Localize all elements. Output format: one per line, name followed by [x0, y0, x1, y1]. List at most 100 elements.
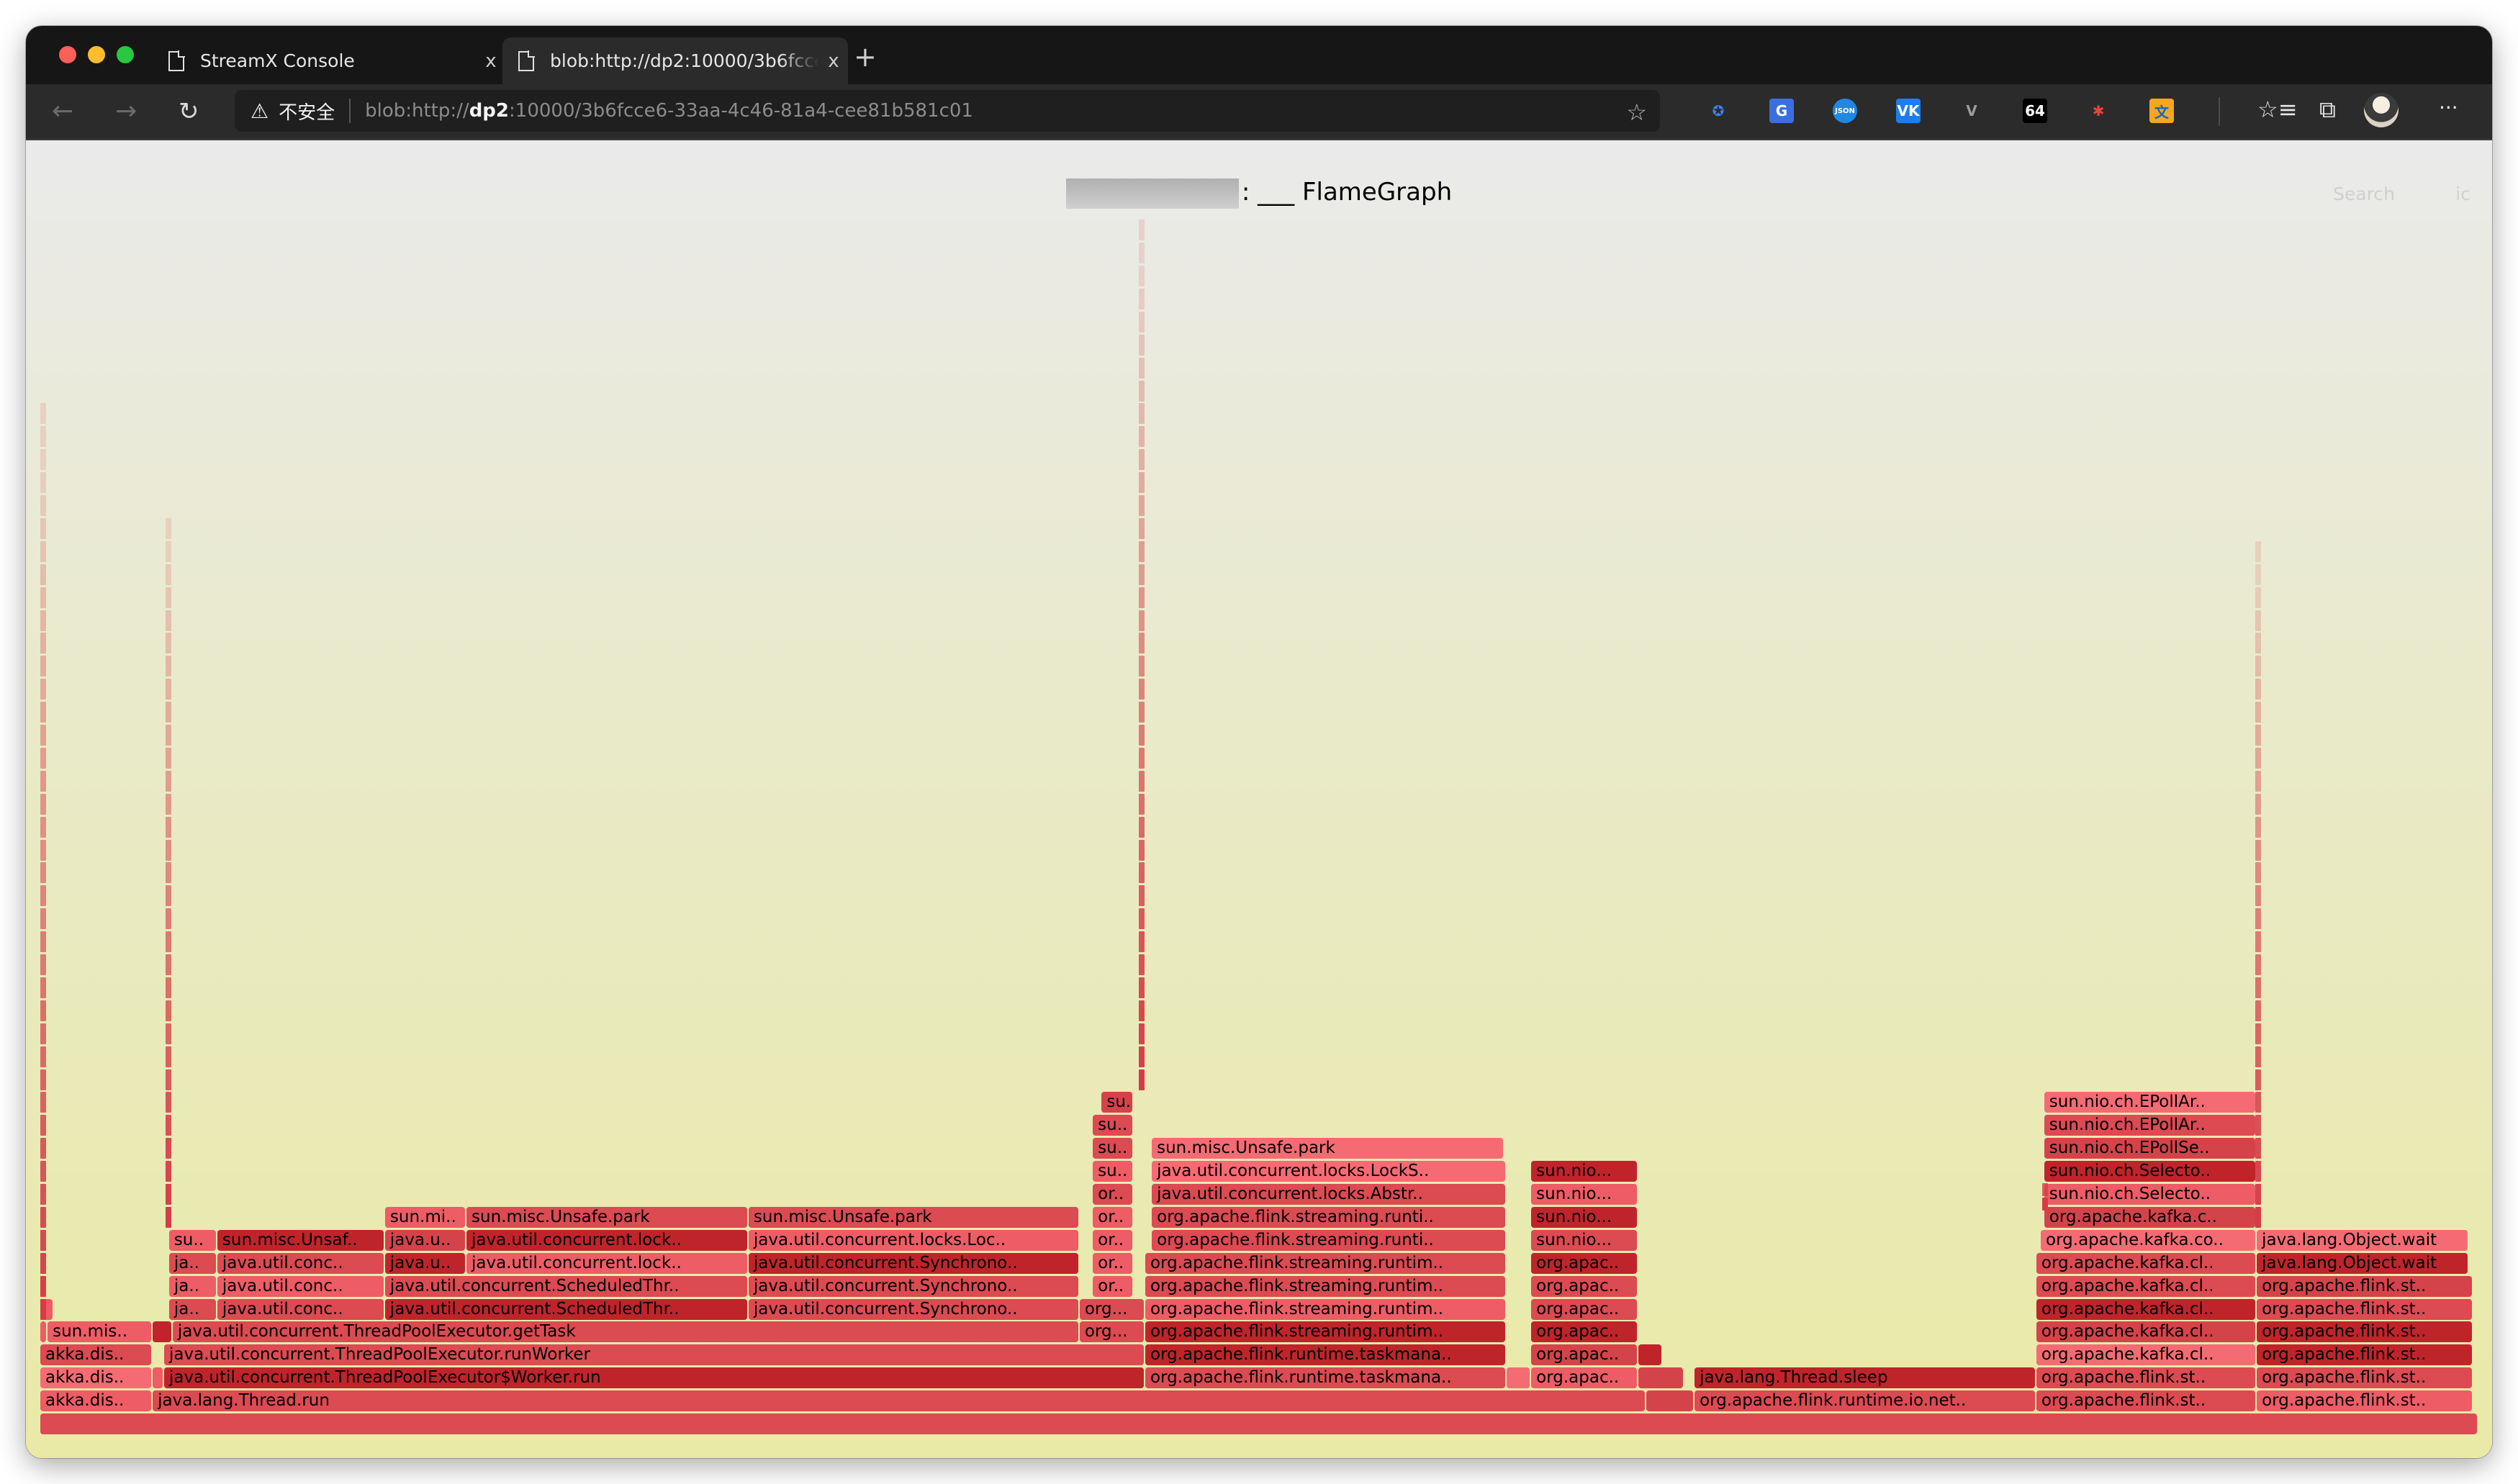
- flame-frame-narrow[interactable]: [165, 1092, 171, 1113]
- flame-frame-narrow[interactable]: [1138, 839, 1145, 861]
- flame-frame[interactable]: java.util.concurrent.locks.Abstr..: [1152, 1184, 1505, 1205]
- flame-frame[interactable]: or..: [1093, 1206, 1133, 1228]
- flame-frame-narrow[interactable]: [40, 1275, 46, 1297]
- flame-frame-narrow[interactable]: [165, 1138, 171, 1159]
- flame-frame-narrow[interactable]: [1138, 266, 1145, 286]
- flame-frame-narrow[interactable]: [165, 908, 171, 930]
- flame-frame-narrow[interactable]: [40, 495, 46, 516]
- flame-frame-narrow[interactable]: [165, 1206, 171, 1228]
- flame-frame-narrow[interactable]: [40, 1184, 46, 1205]
- flame-frame[interactable]: org.apac..: [1531, 1252, 1637, 1274]
- flame-frame[interactable]: su..: [1093, 1161, 1133, 1182]
- tab-blob[interactable]: blob:http://dp2:10000/3b6fcce6 x: [502, 37, 848, 84]
- flame-frame-narrow[interactable]: [1138, 449, 1145, 471]
- flame-frame[interactable]: org...: [1079, 1321, 1144, 1343]
- flame-frame-narrow[interactable]: [2255, 656, 2262, 677]
- flame-frame[interactable]: org.apache.kafka.cl..: [2036, 1321, 2256, 1343]
- flame-frame-narrow[interactable]: [2255, 1069, 2262, 1090]
- flame-frame[interactable]: java.util.concurrent.ScheduledThr..: [384, 1275, 747, 1297]
- flame-frame[interactable]: org.apache.flink.runtime.taskmana..: [1145, 1367, 1505, 1389]
- flame-frame[interactable]: org.apache.flink.streaming.runti..: [1152, 1229, 1505, 1251]
- flame-frame[interactable]: ja..: [168, 1275, 216, 1297]
- flame-frame-narrow[interactable]: [2255, 770, 2262, 792]
- flame-frame[interactable]: java.util.concurrent.lock..: [466, 1252, 747, 1274]
- flame-frame-narrow[interactable]: [40, 1298, 46, 1320]
- flame-frame-narrow[interactable]: [1138, 1046, 1145, 1067]
- flame-frame-narrow[interactable]: [2255, 816, 2262, 838]
- flame-frame[interactable]: sun.mi..: [384, 1206, 466, 1228]
- flame-frame[interactable]: org.apache.flink.st..: [2036, 1367, 2256, 1389]
- warning-icon[interactable]: ⚠: [251, 99, 269, 123]
- flame-frame[interactable]: sun.nio...: [1531, 1184, 1637, 1205]
- flame-frame-narrow[interactable]: [1138, 220, 1145, 241]
- flame-frame-narrow[interactable]: [1138, 1023, 1145, 1044]
- reload-button[interactable]: ↻: [179, 97, 199, 126]
- flame-frame[interactable]: sun.nio...: [1531, 1229, 1637, 1251]
- flame-frame-narrow[interactable]: [2255, 1115, 2262, 1136]
- flame-frame[interactable]: org.apache.flink.streaming.runtim..: [1145, 1275, 1505, 1297]
- flame-frame-narrow[interactable]: [165, 793, 171, 815]
- flame-frame-narrow[interactable]: [40, 839, 46, 861]
- flame-frame-narrow[interactable]: [40, 908, 46, 930]
- v-extension-icon[interactable]: V: [1959, 99, 1984, 123]
- flame-frame-narrow[interactable]: [40, 426, 46, 448]
- new-tab-button[interactable]: +: [854, 43, 877, 71]
- flame-frame-narrow[interactable]: [40, 816, 46, 838]
- flame-frame[interactable]: org.apache.flink.streaming.runtim..: [1145, 1298, 1505, 1320]
- forward-button[interactable]: →: [115, 97, 137, 126]
- flame-frame[interactable]: java.util.conc..: [217, 1298, 384, 1320]
- flame-frame[interactable]: ja..: [168, 1298, 216, 1320]
- flame-frame-narrow[interactable]: [2255, 862, 2262, 884]
- flame-frame-narrow[interactable]: [165, 540, 171, 562]
- flame-frame-narrow[interactable]: [1138, 610, 1145, 631]
- flame-frame-narrow[interactable]: [40, 977, 46, 998]
- flame-frame[interactable]: org.apache.flink.st..: [2036, 1390, 2256, 1412]
- flame-frame[interactable]: [1646, 1390, 1694, 1412]
- tab-streamx-console[interactable]: StreamX Console x: [153, 37, 505, 84]
- flame-frame-narrow[interactable]: [2255, 1161, 2262, 1182]
- flame-frame[interactable]: [153, 1367, 163, 1389]
- flame-frame-narrow[interactable]: [40, 885, 46, 907]
- flame-frame-narrow[interactable]: [1138, 1069, 1145, 1090]
- flame-frame-narrow[interactable]: [2255, 1184, 2262, 1205]
- flame-frame-narrow[interactable]: [40, 540, 46, 562]
- flame-frame-narrow[interactable]: [1138, 747, 1145, 769]
- flame-frame-narrow[interactable]: [1138, 679, 1145, 700]
- flame-frame-narrow[interactable]: [1138, 702, 1145, 723]
- flame-frame-narrow[interactable]: [40, 449, 46, 471]
- flame-frame[interactable]: or..: [1093, 1184, 1133, 1205]
- flame-frame-narrow[interactable]: [2255, 679, 2262, 700]
- flame-frame-narrow[interactable]: [1138, 954, 1145, 975]
- flame-frame-narrow[interactable]: [165, 517, 171, 539]
- flame-frame-narrow[interactable]: [2255, 587, 2262, 608]
- flame-frame-narrow[interactable]: [2255, 1092, 2262, 1113]
- flame-frame-narrow[interactable]: [40, 1000, 46, 1021]
- flame-frame-narrow[interactable]: [40, 1115, 46, 1136]
- flame-frame[interactable]: akka.dis..: [40, 1344, 152, 1366]
- flame-frame[interactable]: org.apac..: [1531, 1344, 1637, 1366]
- flame-frame[interactable]: java.u..: [384, 1252, 466, 1274]
- back-button[interactable]: ←: [52, 97, 73, 126]
- flame-frame-narrow[interactable]: [2255, 1138, 2262, 1159]
- flame-frame-narrow[interactable]: [40, 1252, 46, 1274]
- flame-frame[interactable]: ja..: [168, 1252, 216, 1274]
- flame-frame-narrow[interactable]: [40, 587, 46, 608]
- flame-frame[interactable]: java.util.concurrent.ThreadPoolExecutor$…: [164, 1367, 1144, 1389]
- flame-frame-narrow[interactable]: [165, 839, 171, 861]
- flame-frame[interactable]: org.apache.flink.st..: [2257, 1321, 2472, 1343]
- minimize-window-button[interactable]: [88, 46, 105, 63]
- flame-frame-narrow[interactable]: [40, 1023, 46, 1044]
- flame-frame-narrow[interactable]: [40, 1092, 46, 1113]
- url-text[interactable]: blob:http://dp2:10000/3b6fcce6-33aa-4c46…: [365, 100, 973, 122]
- flame-frame-narrow[interactable]: [165, 633, 171, 654]
- security-label[interactable]: 不安全: [279, 98, 335, 125]
- flame-frame-narrow[interactable]: [40, 1069, 46, 1090]
- badge-extension-icon[interactable]: ✪: [1706, 99, 1730, 123]
- flame-frame[interactable]: org.apache.flink.streaming.runti..: [1152, 1206, 1505, 1228]
- flame-frame-narrow[interactable]: [1138, 517, 1145, 539]
- flame-frame[interactable]: java.util.concurrent.Synchrono..: [748, 1298, 1078, 1320]
- flame-frame-narrow[interactable]: [40, 564, 46, 585]
- flame-frame-narrow[interactable]: [1138, 380, 1145, 402]
- flame-frame-narrow[interactable]: [2255, 839, 2262, 861]
- flame-frame-narrow[interactable]: [2255, 793, 2262, 815]
